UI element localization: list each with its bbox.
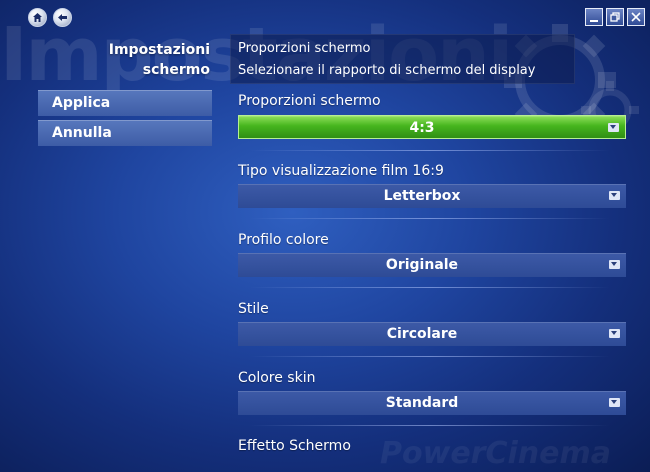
color-profile-value: Originale	[385, 257, 459, 273]
chevron-down-icon	[609, 191, 620, 200]
restore-button[interactable]	[606, 8, 624, 26]
aspect-ratio-dropdown[interactable]: 4:3	[238, 115, 626, 139]
divider	[250, 150, 610, 151]
description-text: Selezionare il rapporto di schermo del d…	[238, 63, 536, 78]
movie-display-dropdown[interactable]: Letterbox	[238, 184, 626, 208]
home-icon	[33, 13, 42, 22]
chevron-down-icon	[609, 329, 620, 338]
close-icon	[631, 12, 641, 22]
chevron-down-icon	[609, 260, 620, 269]
page-title-line1: Impostazioni	[108, 42, 210, 58]
divider	[250, 425, 610, 426]
skin-color-dropdown[interactable]: Standard	[238, 391, 626, 415]
brand-watermark: PowerCinema	[380, 436, 611, 471]
page-title: Impostazioni schermo	[109, 40, 210, 80]
cancel-button[interactable]: Annulla	[38, 120, 212, 146]
setting-label-style: Stile	[238, 301, 269, 317]
minimize-icon	[590, 19, 598, 22]
minimize-button[interactable]	[585, 8, 603, 26]
restore-icon	[610, 12, 620, 22]
setting-label-skin-color: Colore skin	[238, 370, 316, 386]
setting-description-panel: Proporzioni schermo Selezionare il rappo…	[230, 34, 575, 84]
description-title: Proporzioni schermo	[238, 41, 371, 56]
divider	[250, 356, 610, 357]
setting-label-screen-effect: Effetto Schermo	[238, 438, 351, 454]
aspect-ratio-value: 4:3	[409, 120, 435, 136]
setting-label-color-profile: Profilo colore	[238, 232, 329, 248]
divider	[250, 218, 610, 219]
page-title-line2: schermo	[142, 62, 210, 78]
skin-color-value: Standard	[385, 395, 459, 411]
home-button[interactable]	[28, 8, 47, 27]
color-profile-dropdown[interactable]: Originale	[238, 253, 626, 277]
close-button[interactable]	[627, 8, 645, 26]
style-value: Circolare	[386, 326, 458, 342]
divider	[250, 287, 610, 288]
setting-label-movie-display: Tipo visualizzazione film 16:9	[238, 163, 444, 179]
movie-display-value: Letterbox	[383, 188, 461, 204]
setting-label-aspect-ratio: Proporzioni schermo	[238, 93, 381, 109]
apply-button[interactable]: Applica	[38, 90, 212, 116]
chevron-down-icon	[609, 398, 620, 407]
back-arrow-icon	[58, 14, 67, 21]
style-dropdown[interactable]: Circolare	[238, 322, 626, 346]
back-button[interactable]	[53, 8, 72, 27]
chevron-down-icon	[608, 123, 619, 132]
